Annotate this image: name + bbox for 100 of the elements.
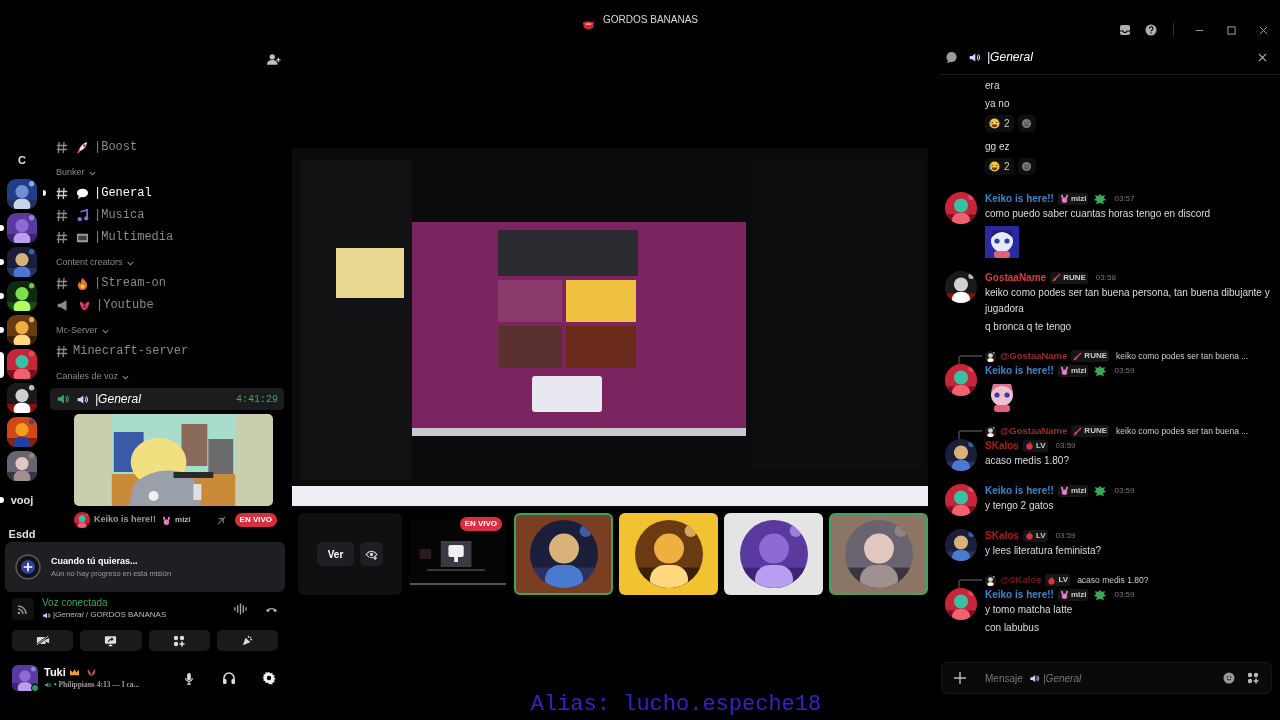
alias-text: Alias: lucho.espeche18: [530, 692, 822, 718]
bunny-icon: [1059, 590, 1069, 599]
member-name[interactable]: Keiko is here!!: [94, 513, 157, 527]
bunny-icon: [1059, 194, 1069, 203]
reply-preview[interactable]: acaso medis 1.80?: [1077, 573, 1149, 587]
timestamp: 03:59: [1055, 529, 1076, 542]
settings-button[interactable]: [260, 669, 278, 687]
apple-icon: [1047, 575, 1057, 585]
category-header[interactable]: Canales de voz: [56, 370, 119, 384]
author-name[interactable]: Keiko is here!!: [985, 363, 1054, 378]
author-name[interactable]: Keiko is here!!: [985, 587, 1054, 602]
soundboard-button[interactable]: [216, 630, 278, 651]
megaphone-icon: [56, 298, 70, 312]
hash-icon: [56, 208, 68, 222]
channel-item[interactable]: |Stream-on: [50, 272, 284, 294]
reaction-button[interactable]: 2: [985, 115, 1014, 132]
apps-button[interactable]: [1246, 671, 1260, 685]
reply-preview[interactable]: keiko como podes ser tan buena ...: [1116, 349, 1249, 363]
author-name[interactable]: GostaaName: [985, 270, 1047, 285]
soundboard-icon: [240, 634, 254, 647]
speaker-icon: [42, 610, 51, 620]
message-text: y lees literatura feminista?: [985, 544, 1103, 558]
server-label[interactable]: Esdd: [8, 525, 36, 543]
add-reaction-button[interactable]: [1017, 158, 1036, 175]
reply-preview[interactable]: keiko como podes ser tan buena ...: [1116, 424, 1249, 438]
channel-item[interactable]: |Boost: [50, 136, 284, 158]
hash-icon: [56, 140, 68, 154]
message-input[interactable]: Mensaje: [985, 670, 1026, 686]
user-name: Tuki: [44, 665, 66, 679]
hash-icon: [56, 186, 68, 200]
hash-icon: [56, 344, 68, 358]
hash-icon: [56, 230, 68, 244]
category-header[interactable]: Mc-Server: [56, 324, 98, 338]
screen-share-icon: [104, 634, 118, 647]
author-name[interactable]: Keiko is here!!: [985, 191, 1054, 206]
inbox-icon: [1119, 24, 1131, 36]
view-button[interactable]: Ver: [316, 542, 355, 566]
chat-channel-title: |General: [987, 49, 1034, 66]
emoji-icon: [76, 276, 89, 290]
badge-icon: [1094, 588, 1107, 601]
channel-item[interactable]: |Multimedia: [50, 226, 284, 248]
screen-share-button[interactable]: [80, 630, 142, 651]
timestamp: 03:59: [1114, 364, 1135, 377]
stream-tile[interactable]: EN VIVO: [408, 513, 508, 595]
mission-title: Cuando tú quieras...: [51, 554, 139, 568]
laughing-face-icon: [989, 118, 1000, 129]
camera-off-icon: [35, 635, 50, 646]
smiley-icon: [1223, 672, 1235, 684]
activities-icon: [173, 634, 186, 647]
channel-hint: |General: [1043, 671, 1082, 686]
channel-item[interactable]: |Youtube: [50, 294, 284, 316]
close-icon: [1258, 25, 1268, 35]
bunny-icon: [1059, 366, 1069, 375]
laughing-face-icon: [989, 161, 1000, 172]
participant-tile[interactable]: [514, 513, 613, 595]
apps-icon: [1247, 672, 1259, 684]
reaction-button[interactable]: 2: [985, 158, 1014, 175]
add-friend-button[interactable]: [266, 51, 282, 67]
message-text: gg ez: [985, 140, 1011, 154]
reply-line: [958, 355, 982, 364]
chevron-icon: [126, 259, 134, 267]
apple-icon: [1024, 531, 1034, 540]
chevron-icon: [88, 169, 96, 177]
timestamp: 03:59: [1055, 439, 1076, 452]
category-header[interactable]: Content creators: [56, 256, 123, 270]
channel-item[interactable]: Minecraft-server: [50, 340, 284, 362]
message-text: ya no: [985, 97, 1011, 111]
server-label[interactable]: vooj: [10, 491, 34, 509]
connection-button[interactable]: [12, 598, 34, 620]
message-text: y tomo matcha latte: [985, 603, 1074, 617]
activities-button[interactable]: [148, 630, 210, 651]
sword-icon: [1073, 426, 1083, 436]
category-header[interactable]: Bunker: [56, 166, 85, 180]
live-badge: EN VIVO: [234, 513, 277, 527]
reply-line: [958, 430, 982, 439]
voice-location[interactable]: |General / GORDOS BANANAS: [53, 609, 167, 621]
add-reaction-button[interactable]: [1017, 115, 1036, 132]
participant-tile[interactable]: [829, 513, 928, 595]
channel-item[interactable]: |General: [50, 182, 284, 204]
camera-button[interactable]: [12, 630, 74, 651]
waveform-icon: [234, 603, 247, 615]
emoji-button[interactable]: [1222, 671, 1236, 685]
headphones-button[interactable]: [220, 669, 238, 687]
timestamp: 03:57: [1114, 192, 1135, 205]
watch-button[interactable]: [360, 542, 384, 566]
message-text: acaso medis 1.80?: [985, 454, 1070, 468]
server-label[interactable]: C: [18, 151, 26, 169]
timestamp: 03:58: [1095, 271, 1116, 284]
smiley-icon: [1021, 161, 1033, 172]
channel-item[interactable]: |Musica: [50, 204, 284, 226]
attach-button[interactable]: [953, 671, 967, 685]
author-name[interactable]: Keiko is here!!: [985, 483, 1054, 498]
participant-tile[interactable]: [724, 513, 823, 595]
window-title: GORDOS BANANAS: [603, 14, 698, 26]
mic-icon: [184, 671, 194, 685]
settings-icon: [262, 671, 276, 685]
message-text: era: [985, 79, 1001, 93]
voice-channel[interactable]: |General 4:41:29: [50, 388, 284, 410]
participant-tile[interactable]: [619, 513, 718, 595]
signal-icon: [17, 603, 29, 615]
